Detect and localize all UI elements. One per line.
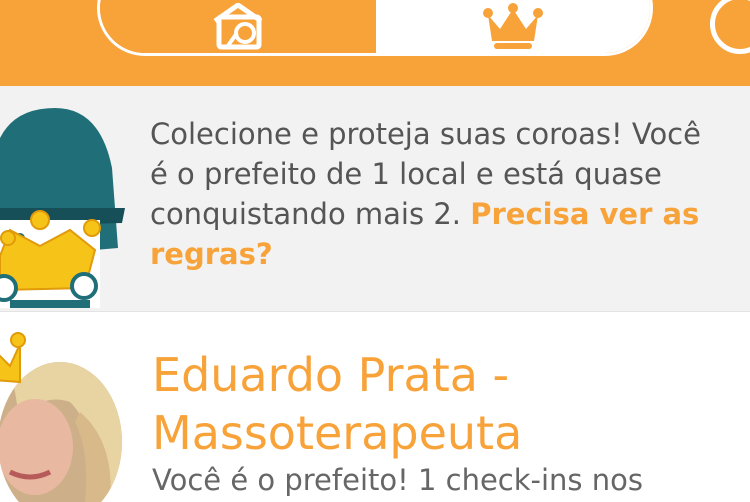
crown-icon	[0, 332, 26, 384]
item-title: Eduardo Prata - Massoterapeuta	[152, 348, 523, 460]
crown-icon	[483, 3, 543, 49]
rules-link[interactable]: Precisa ver as	[470, 197, 699, 231]
avatar	[0, 332, 122, 502]
segmented-control	[97, 0, 653, 56]
item-subtitle: Você é o prefeito! 1 check-ins nos	[152, 463, 643, 497]
banner-message: Colecione e proteja suas coroas! Você é …	[150, 117, 701, 271]
mayor-mascot-icon	[0, 108, 125, 308]
profile-tab-button[interactable]	[710, 0, 750, 54]
tab-crowns[interactable]	[376, 0, 650, 53]
tab-home[interactable]	[100, 0, 376, 53]
home-icon	[213, 3, 263, 50]
info-banner: Colecione e proteja suas coroas! Você é …	[0, 86, 750, 312]
list-item[interactable]: Eduardo Prata - Massoterapeuta Você é o …	[0, 312, 750, 502]
top-bar	[0, 0, 750, 86]
rules-link-continued[interactable]: regras?	[150, 237, 273, 271]
